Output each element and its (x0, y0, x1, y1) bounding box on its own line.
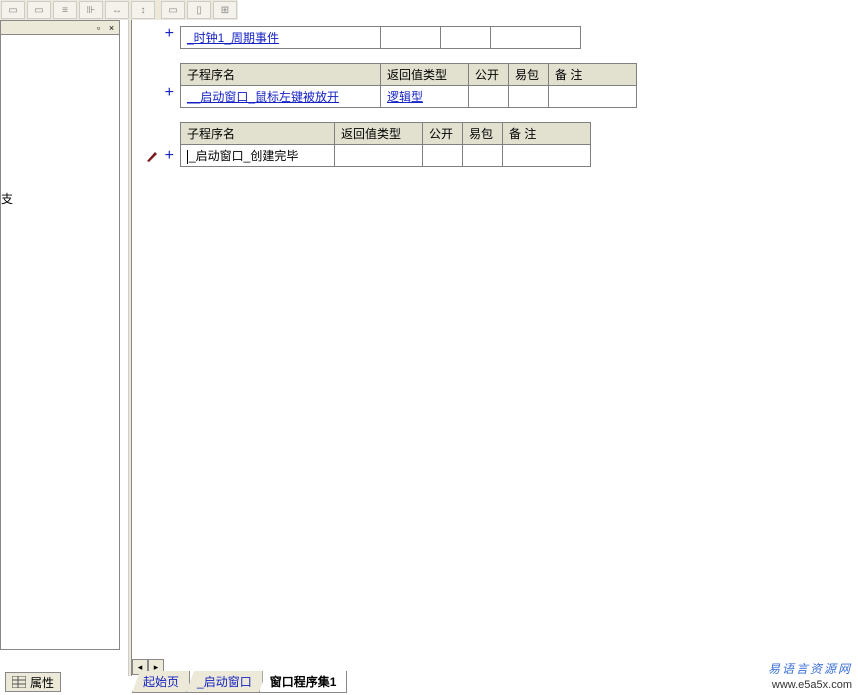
table-block-3-header: 子程序名 返回值类型 公开 易包 备 注 (180, 122, 591, 145)
toolbar-btn-2[interactable]: ▭ (27, 1, 51, 19)
col-header-public: 公开 (423, 123, 463, 145)
left-panel: ▫ × 支 (0, 20, 120, 650)
code-editor-area: + _时钟1_周期事件 子程序名 返回值类型 公开 易包 备 注 + (132, 20, 858, 675)
toolbar-btn-8[interactable]: ▯ (187, 1, 211, 19)
table-block-3-data: _启动窗口_创建完毕 (180, 144, 591, 167)
toolbar-btn-4[interactable]: ⊪ (79, 1, 103, 19)
properties-tab-label: 属性 (30, 674, 54, 691)
code-block-3-row: + _启动窗口_创建完毕 (132, 144, 858, 167)
col-header-package: 易包 (463, 123, 503, 145)
table-header-row: 子程序名 返回值类型 公开 易包 备 注 (181, 123, 591, 145)
subroutine-name-text[interactable]: _启动窗口_创建完毕 (189, 149, 298, 163)
col-header-return: 返回值类型 (335, 123, 423, 145)
expand-icon[interactable]: + (165, 85, 174, 101)
toolbar-btn-3[interactable]: ≡ (53, 1, 77, 19)
table-row[interactable]: _时钟1_周期事件 (181, 27, 581, 49)
edit-pen-icon (145, 149, 159, 163)
left-panel-truncated-text: 支 (1, 190, 13, 207)
left-panel-body: 支 (1, 35, 119, 640)
panel-close-icon[interactable]: × (106, 22, 117, 33)
properties-tab[interactable]: 属性 (5, 672, 61, 692)
tab-window-program-set[interactable]: 窗口程序集1 (259, 671, 348, 693)
toolbar-btn-5[interactable]: ↔ (105, 1, 129, 19)
table-block-2-data: __启动窗口_鼠标左键被放开 逻辑型 (180, 85, 637, 108)
code-block-2-row: + __启动窗口_鼠标左键被放开 逻辑型 (132, 85, 858, 108)
table-block-2-header: 子程序名 返回值类型 公开 易包 备 注 (180, 63, 637, 86)
code-block-2: 子程序名 返回值类型 公开 易包 备 注 (132, 63, 858, 86)
table-row[interactable]: __启动窗口_鼠标左键被放开 逻辑型 (181, 86, 637, 108)
left-panel-header: ▫ × (1, 21, 119, 35)
watermark-brand: 易语言资源网 (768, 661, 852, 677)
expand-icon[interactable]: + (165, 148, 174, 164)
table-header-row: 子程序名 返回值类型 公开 易包 备 注 (181, 64, 637, 86)
col-header-package: 易包 (509, 64, 549, 86)
expand-icon[interactable]: + (165, 26, 174, 42)
properties-icon (12, 676, 26, 688)
toolbar: ▭ ▭ ≡ ⊪ ↔ ↕ ▭ ▯ ⊞ (0, 0, 238, 20)
text-caret (187, 150, 188, 164)
col-header-public: 公开 (469, 64, 509, 86)
toolbar-btn-9[interactable]: ⊞ (213, 1, 237, 19)
col-header-note: 备 注 (549, 64, 637, 86)
table-block-1: _时钟1_周期事件 (180, 26, 581, 49)
toolbar-btn-1[interactable]: ▭ (1, 1, 25, 19)
toolbar-btn-6[interactable]: ↕ (131, 1, 155, 19)
col-header-note: 备 注 (503, 123, 591, 145)
watermark-url: www.e5a5x.com (768, 677, 852, 693)
code-block-1: + _时钟1_周期事件 (132, 26, 858, 49)
watermark: 易语言资源网 www.e5a5x.com (768, 661, 852, 693)
tab-start-page[interactable]: 起始页 (132, 671, 190, 693)
return-type-link[interactable]: 逻辑型 (387, 90, 423, 104)
toolbar-btn-7[interactable]: ▭ (161, 1, 185, 19)
table-row[interactable]: _启动窗口_创建完毕 (181, 145, 591, 167)
subroutine-name-link[interactable]: _时钟1_周期事件 (187, 31, 279, 45)
panel-minimize-icon[interactable]: ▫ (93, 22, 104, 33)
subroutine-name-link[interactable]: __启动窗口_鼠标左键被放开 (187, 90, 339, 104)
col-header-return: 返回值类型 (381, 64, 469, 86)
editor-tabs: 起始页 _启动窗口 窗口程序集1 (132, 675, 347, 693)
tab-start-window[interactable]: _启动窗口 (186, 671, 263, 693)
col-header-name: 子程序名 (181, 64, 381, 86)
code-block-3: 子程序名 返回值类型 公开 易包 备 注 (132, 122, 858, 145)
col-header-name: 子程序名 (181, 123, 335, 145)
